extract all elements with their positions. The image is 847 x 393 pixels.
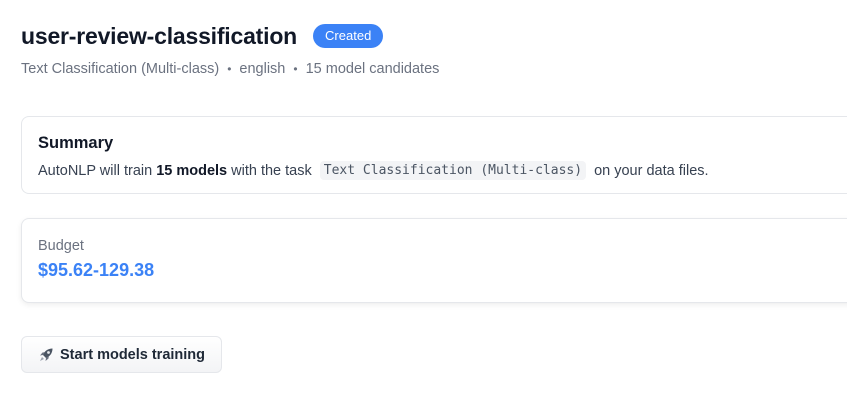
project-header: user-review-classification Created [21,22,384,50]
budget-value: $95.62-129.38 [38,260,155,280]
meta-separator: • [293,62,298,76]
summary-title: Summary [38,134,114,152]
summary-card: Summary AutoNLP will train 15 models wit… [21,116,847,194]
budget-card: Budget $95.62-129.38 [21,218,847,303]
rocket-icon [38,347,54,363]
meta-language: english [239,61,286,77]
start-training-button[interactable]: Start models training [21,336,223,373]
summary-text-middle: with the task [227,162,316,179]
project-page: user-review-classification Created Text … [0,0,847,393]
project-meta: Text Classification (Multi-class) • engl… [21,60,439,78]
summary-model-count: 15 models [156,162,228,179]
budget-label: Budget [38,238,84,254]
start-training-label: Start models training [60,346,206,363]
meta-separator: • [227,62,232,76]
meta-candidates: 15 model candidates [305,61,440,77]
summary-task-code: Text Classification (Multi-class) [319,161,587,180]
project-title: user-review-classification [21,23,298,49]
meta-task: Text Classification (Multi-class) [21,61,220,77]
status-badge: Created [313,24,384,48]
summary-text-suffix: on your data files. [590,162,709,179]
summary-text-prefix: AutoNLP will train [38,162,157,179]
summary-text: AutoNLP will train 15 models with the ta… [38,161,709,180]
